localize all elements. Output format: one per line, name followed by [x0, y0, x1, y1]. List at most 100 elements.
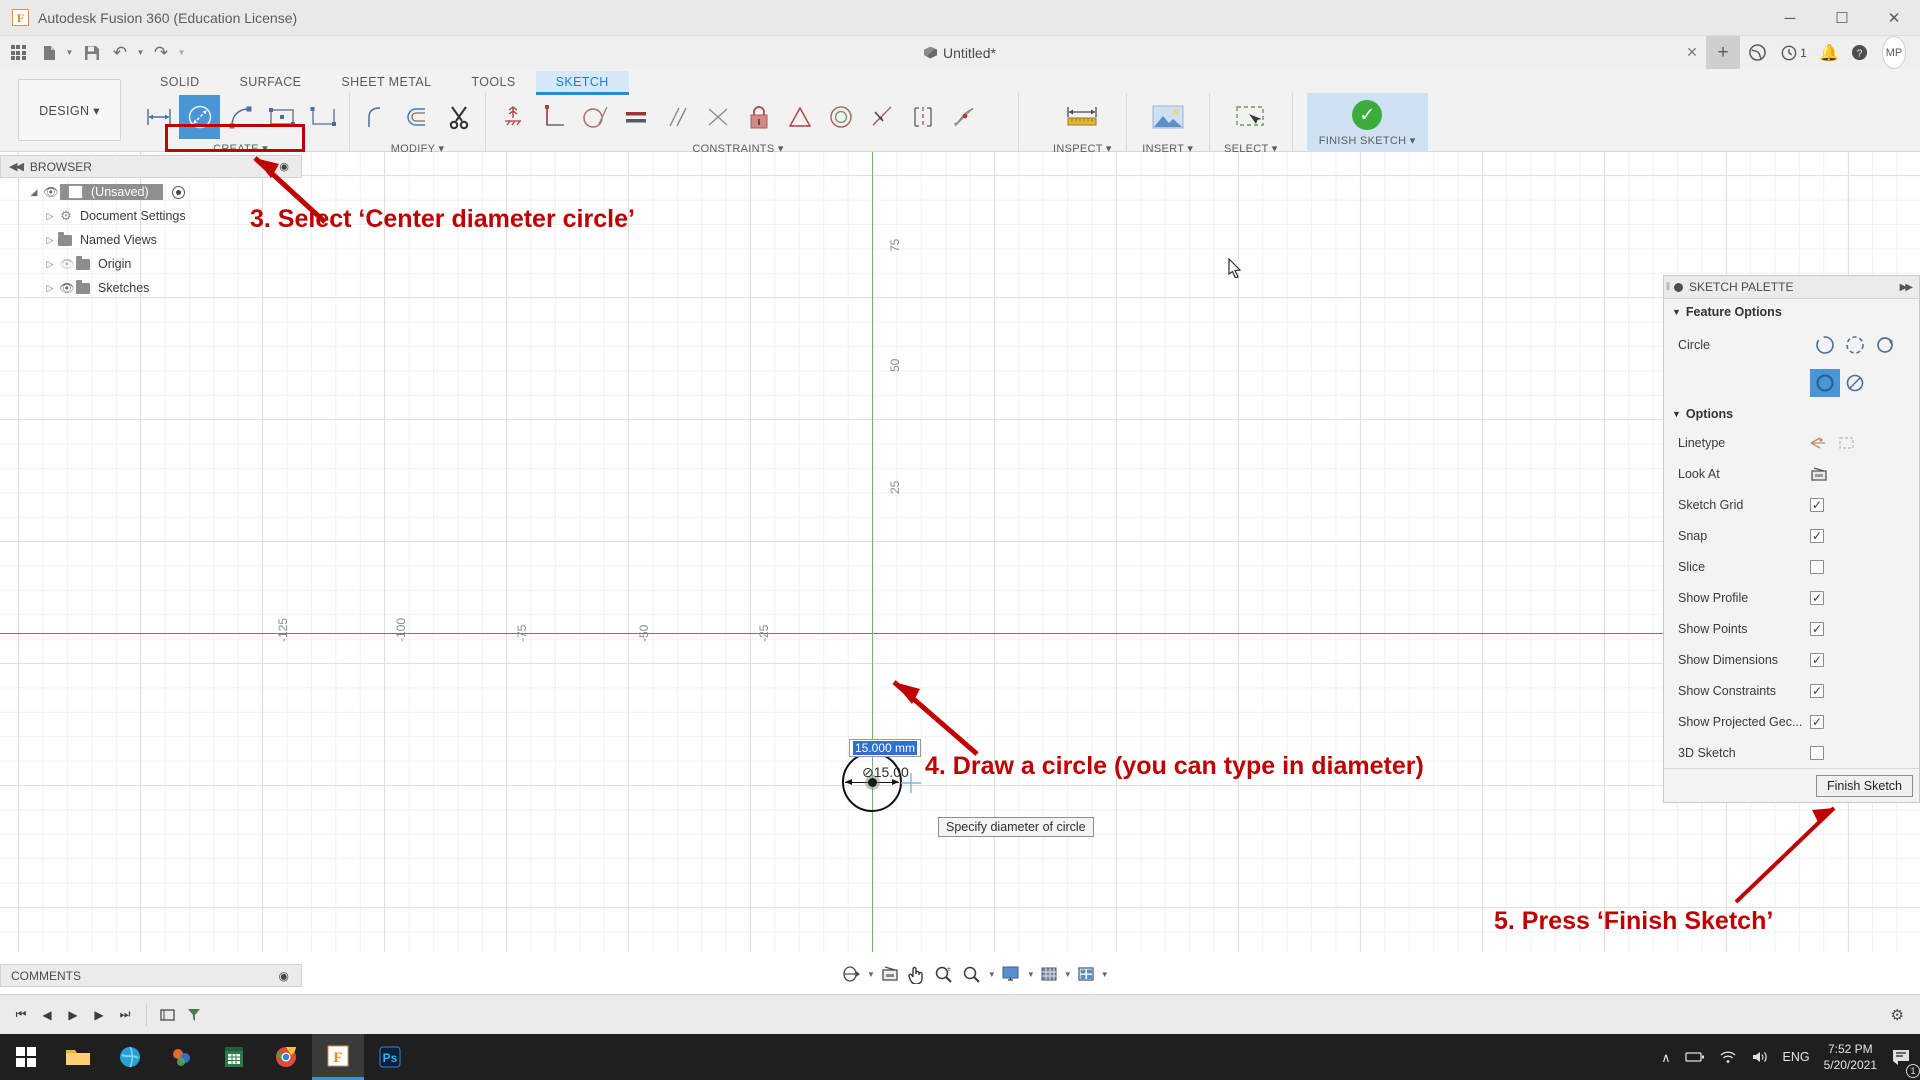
data-panel-icon[interactable] [1740, 36, 1774, 69]
visibility-eye-icon[interactable]: 👁 [58, 281, 76, 295]
gear-icon[interactable]: ⚙ [1891, 1006, 1904, 1024]
checkbox-show-points[interactable]: ✓ [1810, 622, 1824, 636]
workspace-switcher-button[interactable]: DESIGN ▾ [18, 79, 121, 141]
constraint-curvature-icon[interactable] [943, 95, 984, 139]
constraint-midpoint-icon[interactable] [697, 95, 738, 139]
tree-item-origin[interactable]: ▷ 👁 Origin [0, 252, 302, 276]
three-point-circle-icon[interactable] [1870, 331, 1900, 359]
save-icon[interactable] [77, 36, 107, 69]
collapse-left-icon[interactable]: ◀◀ [9, 160, 22, 173]
grid-snap-icon[interactable] [1037, 961, 1061, 987]
palette-grip-icon[interactable]: ‖ [1664, 281, 1672, 293]
two-point-circle-icon[interactable] [1840, 331, 1870, 359]
option-row-show-constraints[interactable]: Show Constraints ✓ [1664, 675, 1919, 706]
undo-icon[interactable]: ↶ [107, 36, 133, 69]
three-tangent-circle-icon[interactable] [1840, 369, 1870, 397]
select-tool-icon[interactable] [1224, 95, 1278, 139]
finish-sketch-button[interactable]: Finish Sketch [1816, 775, 1913, 797]
fusion-launcher-icon[interactable] [156, 1034, 208, 1080]
constraint-perpendicular-icon[interactable] [533, 95, 574, 139]
checkbox-snap[interactable]: ✓ [1810, 529, 1824, 543]
option-row-slice[interactable]: Slice [1664, 551, 1919, 582]
tab-tools[interactable]: TOOLS [451, 71, 535, 95]
filter-icon[interactable] [181, 1007, 207, 1023]
fusion360-icon[interactable]: F [312, 1034, 364, 1080]
tab-surface[interactable]: SURFACE [220, 71, 322, 95]
fit-caret-icon[interactable]: ▼ [988, 970, 996, 979]
two-tangent-circle-icon[interactable] [1810, 369, 1840, 397]
chrome-icon[interactable] [260, 1034, 312, 1080]
step-back-icon[interactable]: ◀ [34, 1008, 60, 1022]
expand-arrow-icon[interactable]: ▷ [42, 283, 58, 294]
undo-caret-icon[interactable]: ▼ [133, 36, 148, 69]
tab-solid[interactable]: SOLID [140, 71, 220, 95]
checkbox-show-dimensions[interactable]: ✓ [1810, 653, 1824, 667]
close-button[interactable]: ✕ [1868, 0, 1920, 36]
checkbox-sketch-grid[interactable]: ✓ [1810, 498, 1824, 512]
checkbox-show-projected-geometry[interactable]: ✓ [1810, 715, 1824, 729]
display-caret-icon[interactable]: ▼ [1027, 970, 1035, 979]
section-feature-options[interactable]: ▼ Feature Options [1664, 299, 1919, 325]
tray-chevron-icon[interactable]: ∧ [1654, 1034, 1677, 1080]
constraint-fix-icon[interactable] [492, 95, 533, 139]
clock[interactable]: 7:52 PM 5/20/2021 [1817, 1034, 1884, 1080]
orbit-caret-icon[interactable]: ▼ [867, 970, 875, 979]
language-indicator[interactable]: ENG [1776, 1034, 1817, 1080]
notification-center-icon[interactable]: 1 [1884, 1034, 1920, 1080]
display-settings-icon[interactable] [998, 961, 1024, 987]
skip-end-icon[interactable]: ⏭ [112, 1007, 138, 1022]
windows-start-icon[interactable] [0, 1034, 52, 1080]
option-row-show-dimensions[interactable]: Show Dimensions ✓ [1664, 644, 1919, 675]
option-row-linetype[interactable]: Linetype [1664, 427, 1919, 458]
redo-icon[interactable]: ↷ [148, 36, 174, 69]
option-row-look-at[interactable]: Look At [1664, 458, 1919, 489]
excel-icon[interactable] [208, 1034, 260, 1080]
checkbox-slice[interactable] [1810, 560, 1824, 574]
option-row-snap[interactable]: Snap ✓ [1664, 520, 1919, 551]
constraint-concentric-icon[interactable] [820, 95, 861, 139]
close-document-icon[interactable]: ✕ [1678, 36, 1706, 69]
expand-arrow-icon[interactable]: ◢ [26, 187, 42, 198]
offset-tool-icon[interactable] [397, 95, 438, 139]
panel-finish-sketch[interactable]: ✓ FINISH SKETCH ▾ [1307, 93, 1428, 153]
new-tab-button[interactable]: + [1706, 36, 1740, 69]
volume-icon[interactable] [1744, 1034, 1776, 1080]
step-forward-icon[interactable]: ▶ [86, 1008, 112, 1022]
constraint-tangent-icon[interactable] [574, 95, 615, 139]
app-grid-icon[interactable] [0, 36, 36, 69]
constraint-symmetry-icon[interactable] [902, 95, 943, 139]
linetype-normal-icon[interactable] [1810, 435, 1828, 451]
file-explorer-icon[interactable] [52, 1034, 104, 1080]
notification-bell-icon[interactable]: 🔔 [1814, 36, 1844, 69]
section-options[interactable]: ▼ Options [1664, 401, 1919, 427]
browser-icon[interactable] [104, 1034, 156, 1080]
component-activate-radio[interactable] [172, 186, 185, 199]
visibility-eye-icon[interactable]: 👁 [42, 185, 60, 199]
option-row-3d-sketch[interactable]: 3D Sketch [1664, 737, 1919, 768]
finish-sketch-check-icon[interactable]: ✓ [1352, 100, 1382, 130]
photoshop-icon[interactable]: Ps [364, 1034, 416, 1080]
checkbox-3d-sketch[interactable] [1810, 746, 1824, 760]
grid-caret-icon[interactable]: ▼ [1064, 970, 1072, 979]
option-row-show-points[interactable]: Show Points ✓ [1664, 613, 1919, 644]
look-at-icon[interactable] [1810, 466, 1828, 482]
expand-arrow-icon[interactable]: ▷ [42, 259, 58, 270]
play-icon[interactable]: ▶ [60, 1008, 86, 1022]
checkbox-show-profile[interactable]: ✓ [1810, 591, 1824, 605]
constraint-equal-icon[interactable] [615, 95, 656, 139]
comments-panel-header[interactable]: COMMENTS ◉ [0, 964, 302, 987]
constraint-coincident-icon[interactable] [861, 95, 902, 139]
skip-start-icon[interactable]: ⏮ [8, 1007, 34, 1022]
comments-options-icon[interactable]: ◉ [279, 969, 289, 983]
viewports-icon[interactable] [1074, 961, 1098, 987]
fit-icon[interactable] [959, 961, 985, 987]
wifi-icon[interactable] [1712, 1034, 1744, 1080]
battery-icon[interactable] [1678, 1034, 1712, 1080]
option-row-show-profile[interactable]: Show Profile ✓ [1664, 582, 1919, 613]
maximize-button[interactable]: ☐ [1816, 0, 1868, 36]
viewports-caret-icon[interactable]: ▼ [1101, 970, 1109, 979]
tree-item-sketches[interactable]: ▷ 👁 Sketches [0, 276, 302, 300]
measure-tool-icon[interactable] [1054, 95, 1110, 139]
orbit-icon[interactable] [838, 961, 864, 987]
polygon-tool-icon[interactable] [302, 95, 343, 139]
